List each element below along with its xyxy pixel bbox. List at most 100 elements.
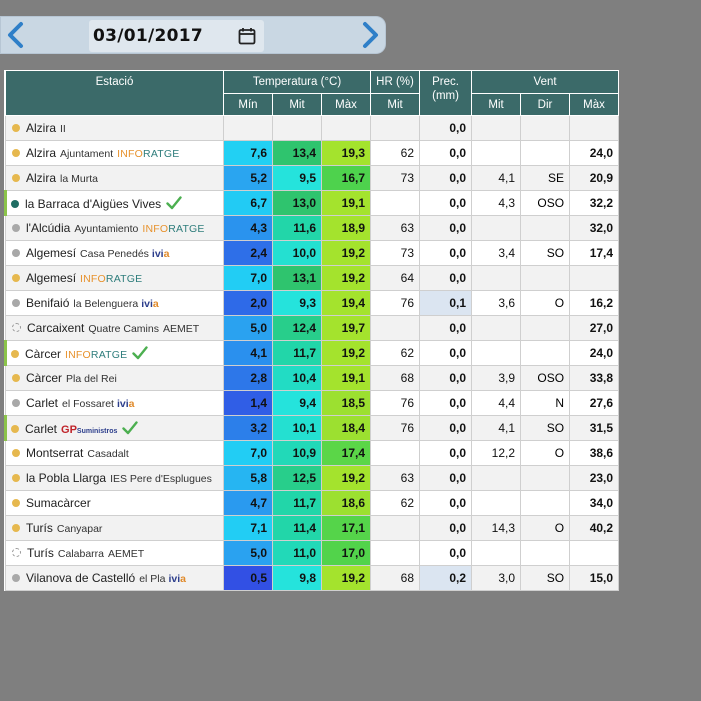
col-tmax[interactable]: Màx — [320, 93, 372, 116]
station-cell[interactable]: Alzira Ajuntament INFORATGE — [5, 140, 224, 166]
station-cell[interactable]: Carlet el Fossaret ivia — [5, 390, 224, 416]
tmin-cell: 6,7 — [223, 190, 273, 216]
chevron-left-icon[interactable] — [3, 21, 29, 49]
humidity-cell: 62 — [370, 490, 421, 516]
station-name[interactable]: Sumacàrcer — [26, 496, 91, 510]
station-cell[interactable]: Alzira II — [5, 115, 224, 141]
station-name[interactable]: Carlet — [26, 396, 58, 410]
col-wind-max[interactable]: Màx — [569, 93, 620, 116]
humidity-cell — [370, 515, 421, 541]
station-name[interactable]: la Pobla Llarga — [26, 471, 106, 485]
station-cell[interactable]: Montserrat Casadalt — [5, 440, 224, 466]
table-row[interactable]: Algemesí INFORATGE 7,0 13,1 19,2 64 0,0 — [5, 265, 620, 291]
tmax-cell: 17,0 — [320, 540, 372, 566]
wind-max-cell: 27,6 — [569, 390, 620, 416]
col-tmin[interactable]: Mín — [223, 93, 273, 116]
station-cell[interactable]: la Barraca d'Aigües Vives — [4, 190, 224, 216]
station-name[interactable]: Benifaió — [26, 296, 69, 310]
station-name[interactable]: Carlet — [25, 422, 57, 436]
station-sublabel: Pla del Rei — [66, 373, 117, 385]
station-cell[interactable]: Carlet GPSuministros — [4, 415, 224, 441]
station-cell[interactable]: Sumacàrcer — [5, 490, 224, 516]
table-row[interactable]: Turís Canyapar 7,1 11,4 17,1 0,0 14,3 O 40,2 — [5, 515, 620, 541]
status-dot-icon — [12, 224, 20, 232]
wind-mit-cell: 4,4 — [471, 390, 522, 416]
col-precip[interactable]: Prec. (mm) — [419, 70, 473, 116]
precip-cell: 0,0 — [419, 115, 473, 141]
table-row[interactable]: l'Alcúdia Ayuntamiento INFORATGE 4,3 11,6 18,… — [5, 215, 620, 241]
table-row[interactable]: Alzira la Murta 5,2 9,5 16,7 73 0,0 4,1 SE 20,9 — [5, 165, 620, 191]
station-cell[interactable]: Alzira la Murta — [5, 165, 224, 191]
table-row[interactable]: la Barraca d'Aigües Vives 6,7 13,0 19,1 0,0 4… — [4, 190, 620, 216]
humidity-cell: 62 — [370, 340, 421, 366]
col-tmit[interactable]: Mit — [272, 93, 322, 116]
station-name[interactable]: Carcaixent — [27, 321, 84, 335]
station-name[interactable]: Càrcer — [25, 347, 61, 361]
station-cell[interactable]: Algemesí INFORATGE — [5, 265, 224, 291]
humidity-cell — [370, 440, 421, 466]
table-row[interactable]: Carlet GPSuministros 3,2 10,1 18,4 76 0,0 4,1 SO… — [4, 415, 620, 441]
station-name[interactable]: l'Alcúdia — [26, 221, 70, 235]
wind-mit-cell — [471, 540, 522, 566]
table-row[interactable]: Montserrat Casadalt 7,0 10,9 17,4 0,0 12,2 O 38,… — [5, 440, 620, 466]
table-row[interactable]: Alzira II 0,0 — [5, 115, 620, 141]
station-cell[interactable]: Vilanova de Castelló el Pla ivia — [5, 565, 224, 591]
station-cell[interactable]: Càrcer INFORATGE — [4, 340, 224, 366]
table-row[interactable]: Carcaixent Quatre Camins AEMET 5,0 12,4 19,7 0… — [5, 315, 620, 341]
tmit-cell: 9,8 — [272, 565, 322, 591]
station-name[interactable]: Montserrat — [26, 446, 83, 460]
station-cell[interactable]: Turís Canyapar — [5, 515, 224, 541]
tmax-cell: 19,1 — [320, 365, 372, 391]
wind-max-cell: 16,2 — [569, 290, 620, 316]
table-row[interactable]: Turís Calabarra AEMET 5,0 11,0 17,0 0,0 — [5, 540, 620, 566]
station-name[interactable]: Alzira — [26, 121, 56, 135]
calendar-icon[interactable] — [238, 27, 256, 45]
station-cell[interactable]: Càrcer Pla del Rei — [5, 365, 224, 391]
tmax-cell: 18,9 — [320, 215, 372, 241]
station-cell[interactable]: Benifaió la Belenguera ivia — [5, 290, 224, 316]
tmax-cell: 19,1 — [320, 190, 372, 216]
table-row[interactable]: Càrcer Pla del Rei 2,8 10,4 19,1 68 0,0 3,9 OSO 3… — [5, 365, 620, 391]
station-sublabel: la Belenguera — [73, 298, 139, 310]
station-name[interactable]: la Barraca d'Aigües Vives — [25, 197, 161, 211]
wind-max-cell — [569, 540, 620, 566]
station-name[interactable]: Alzira — [26, 171, 56, 185]
col-wind-dir[interactable]: Dir — [520, 93, 571, 116]
precip-cell: 0,2 — [419, 565, 473, 591]
table-row[interactable]: la Pobla Llarga IES Pere d'Esplugues 5,8 12… — [5, 465, 620, 491]
chevron-right-icon[interactable] — [357, 21, 383, 49]
wind-mit-cell — [471, 465, 522, 491]
col-hr-mit[interactable]: Mit — [370, 93, 421, 116]
table-row[interactable]: Alzira Ajuntament INFORATGE 7,6 13,4 19,3 62 0,… — [5, 140, 620, 166]
table-row[interactable]: Benifaió la Belenguera ivia 2,0 9,3 19,4 76 0,1… — [5, 290, 620, 316]
wind-dir-cell: O — [520, 515, 571, 541]
station-name[interactable]: Algemesí — [26, 246, 76, 260]
station-cell[interactable]: la Pobla Llarga IES Pere d'Esplugues — [5, 465, 224, 491]
station-name[interactable]: Alzira — [26, 146, 56, 160]
wind-max-cell: 23,0 — [569, 465, 620, 491]
date-input[interactable]: 03/01/2017 — [89, 20, 264, 52]
station-sublabel: la Murta — [60, 173, 98, 185]
table-row[interactable]: Sumacàrcer 4,7 11,7 18,6 62 0,0 34,0 — [5, 490, 620, 516]
table-row[interactable]: Càrcer INFORATGE 4,1 11,7 19,2 62 0,0 24,0 — [4, 340, 620, 366]
station-cell[interactable]: Turís Calabarra AEMET — [5, 540, 224, 566]
station-cell[interactable]: Algemesí Casa Penedés ivia — [5, 240, 224, 266]
col-wind-mit[interactable]: Mit — [471, 93, 522, 116]
station-name[interactable]: Vilanova de Castelló — [26, 571, 135, 585]
status-dot-icon — [12, 149, 20, 157]
station-cell[interactable]: Carcaixent Quatre Camins AEMET — [5, 315, 224, 341]
station-cell[interactable]: l'Alcúdia Ayuntamiento INFORATGE — [5, 215, 224, 241]
station-name[interactable]: Algemesí — [26, 271, 76, 285]
status-dot-icon — [12, 374, 20, 382]
tmit-cell: 10,0 — [272, 240, 322, 266]
table-row[interactable]: Algemesí Casa Penedés ivia 2,4 10,0 19,2 73 0,0… — [5, 240, 620, 266]
table-row[interactable]: Carlet el Fossaret ivia 1,4 9,4 18,5 76 0,0 4,4 N… — [5, 390, 620, 416]
station-sublabel: el Fossaret — [62, 398, 114, 410]
station-name[interactable]: Càrcer — [26, 371, 62, 385]
station-name[interactable]: Turís — [27, 546, 54, 560]
table-row[interactable]: Vilanova de Castelló el Pla ivia 0,5 9,8 19,2… — [5, 565, 620, 591]
status-dot-icon — [12, 574, 20, 582]
tmin-cell: 4,7 — [223, 490, 273, 516]
col-station[interactable]: Estació — [5, 70, 224, 116]
station-name[interactable]: Turís — [26, 521, 53, 535]
